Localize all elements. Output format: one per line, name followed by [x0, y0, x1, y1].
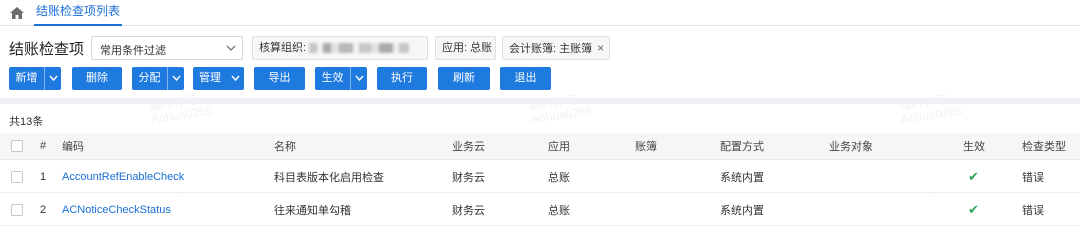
watermark-text: Aohua0265 [900, 103, 963, 127]
export-button-label: 导出 [268, 72, 291, 84]
header-effective[interactable]: 生效 [963, 133, 985, 159]
section-divider [0, 98, 1080, 104]
execute-button-label: 执行 [391, 72, 413, 84]
select-all-checkbox[interactable] [11, 133, 23, 159]
watermark: 临时许可Aohua0265 [528, 92, 593, 127]
tab-close-check-list[interactable]: 结账检查项列表 [34, 0, 123, 26]
page-title: 结账检查项 [9, 41, 85, 58]
row-index: 1 [40, 170, 47, 183]
refresh-button[interactable]: 刷新 [438, 67, 490, 90]
toolbar: 新增 删除 分配 管理 导出 生效 执行 刷新 退出 [0, 67, 1080, 91]
row-type: 错误 [1022, 204, 1044, 217]
chevron-down-icon [226, 45, 236, 51]
header-code[interactable]: 编码 [62, 133, 84, 159]
watermark: 临时许可Aohua0265 [148, 92, 213, 127]
filter-chip-label: 会计账簿: 主账簿 [509, 43, 593, 55]
row-index: 2 [40, 203, 47, 216]
row-checkbox[interactable] [11, 194, 23, 225]
manage-button-label: 管理 [199, 72, 221, 84]
delete-button[interactable]: 删除 [72, 67, 122, 90]
filter-chip-org[interactable]: 核算组织: [252, 36, 428, 60]
effective-button-label: 生效 [321, 72, 344, 84]
row-config: 系统内置 [720, 171, 764, 184]
watermark-text: Aohua0265 [530, 103, 593, 127]
checkbox-box [11, 140, 23, 152]
row-cloud: 财务云 [452, 204, 485, 217]
row-name: 科目表版本化启用检查 [274, 171, 384, 184]
manage-dropdown-toggle[interactable] [227, 67, 244, 90]
execute-button[interactable]: 执行 [377, 67, 427, 90]
row-config: 系统内置 [720, 204, 764, 217]
checkbox-box [11, 203, 23, 216]
new-dropdown-toggle[interactable] [44, 67, 61, 90]
redacted-org-value [309, 43, 410, 54]
exit-button[interactable]: 退出 [500, 67, 551, 90]
filter-select-value: 常用条件过滤 [100, 45, 166, 57]
row-name: 往来通知单勾稽 [274, 204, 351, 217]
filter-chip-label: 应用: 总账 [442, 42, 493, 54]
table-header: # 编码 名称 业务云 应用 账簿 配置方式 业务对象 生效 检查类型 [0, 133, 1080, 160]
header-name[interactable]: 名称 [274, 133, 296, 159]
assign-dropdown-toggle[interactable] [167, 67, 184, 90]
header-type[interactable]: 检查类型 [1022, 133, 1066, 159]
exit-button-label: 退出 [514, 72, 537, 84]
tab-bar: 结账检查项列表 [0, 0, 1080, 26]
assign-button-label: 分配 [138, 72, 161, 84]
close-icon[interactable]: × [597, 41, 604, 55]
header-book[interactable]: 账簿 [635, 133, 657, 159]
manage-button[interactable]: 管理 [193, 67, 244, 90]
chevron-down-icon [231, 75, 240, 82]
record-count: 共13条 [9, 116, 44, 128]
title-bar: 结账检查项 常用条件过滤 核算组织: 应用: 总账 会计账簿: 主账簿 × [0, 34, 1080, 62]
row-checkbox[interactable] [11, 161, 23, 192]
new-button-label: 新增 [15, 72, 38, 84]
watermark: 临时许可Aohua0265 [898, 92, 963, 127]
row-app: 总账 [548, 204, 570, 217]
watermark-text: Aohua0265 [150, 103, 213, 127]
chevron-down-icon [49, 75, 58, 82]
header-app[interactable]: 应用 [548, 133, 570, 159]
refresh-button-label: 刷新 [453, 72, 475, 84]
filter-select[interactable]: 常用条件过滤 [91, 36, 243, 60]
filter-chip-app[interactable]: 应用: 总账 [435, 36, 496, 60]
chevron-down-icon [355, 75, 364, 82]
filter-chip-book[interactable]: 会计账簿: 主账簿 × [502, 36, 610, 60]
row-app: 总账 [548, 171, 570, 184]
chevron-down-icon [172, 75, 181, 82]
row-code-link[interactable]: ACNoticeCheckStatus [62, 194, 171, 225]
effective-button[interactable]: 生效 [315, 67, 367, 90]
row-type: 错误 [1022, 171, 1044, 184]
new-button[interactable]: 新增 [9, 67, 61, 90]
header-cloud[interactable]: 业务云 [452, 133, 485, 159]
row-code-link[interactable]: AccountRefEnableCheck [62, 161, 184, 192]
header-index: # [40, 140, 47, 152]
checkbox-box [11, 170, 23, 183]
row-cloud: 财务云 [452, 171, 485, 184]
effective-dropdown-toggle[interactable] [350, 67, 367, 90]
assign-button[interactable]: 分配 [132, 67, 184, 90]
home-icon[interactable] [9, 6, 25, 20]
filter-chip-label: 核算组织: [259, 42, 307, 54]
delete-button-label: 删除 [86, 72, 108, 84]
table-row[interactable]: 1 AccountRefEnableCheck 科目表版本化启用检查 财务云 总… [0, 161, 1080, 193]
check-icon: ✔ [968, 168, 979, 184]
header-config[interactable]: 配置方式 [720, 133, 764, 159]
check-icon: ✔ [968, 201, 979, 217]
export-button[interactable]: 导出 [254, 67, 305, 90]
header-object[interactable]: 业务对象 [829, 133, 873, 159]
table-row[interactable]: 2 ACNoticeCheckStatus 往来通知单勾稽 财务云 总账 系统内… [0, 194, 1080, 226]
